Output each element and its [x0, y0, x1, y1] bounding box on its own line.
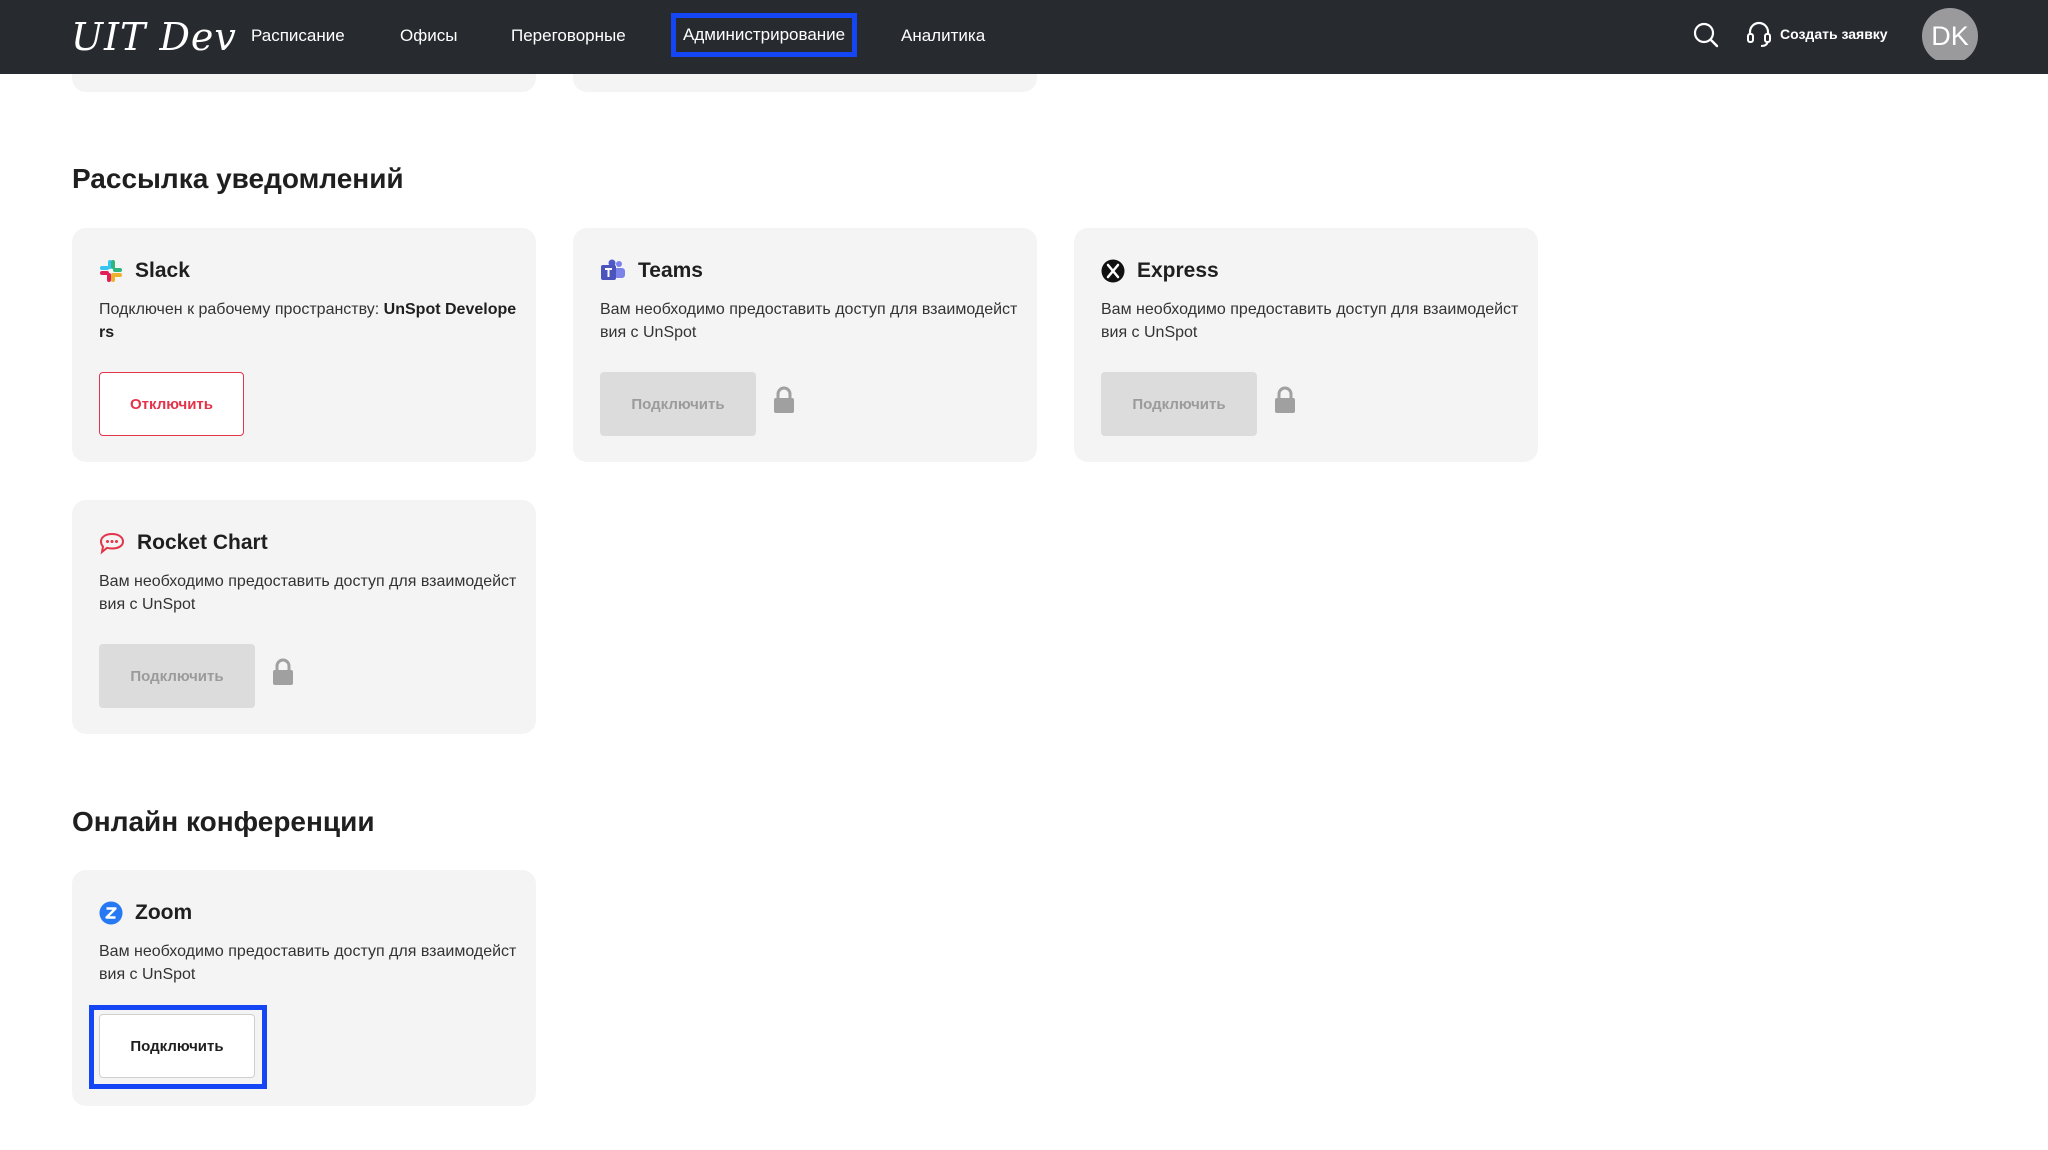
user-avatar[interactable]: DK [1922, 8, 1978, 64]
zoom-description: Вам необходимо предоставить доступ для в… [99, 943, 517, 983]
create-request-label: Создать заявку [1780, 26, 1888, 42]
slack-description-text: Подключен к рабочему пространству: [99, 301, 384, 318]
headset-icon [1747, 21, 1771, 47]
teams-icon [601, 259, 625, 280]
section-title-conferences: Онлайн конференции [72, 806, 375, 837]
search-icon[interactable] [1692, 21, 1720, 49]
rocket-chat-connect-button[interactable]: Подключить [99, 644, 255, 708]
express-title: Express [1137, 259, 1219, 282]
nav-meeting-rooms[interactable]: Переговорные [511, 16, 626, 56]
rocket-chat-card: Rocket Chart Вам необходимо предоставить… [72, 500, 536, 734]
rocket-chat-title: Rocket Chart [137, 531, 268, 554]
rocket-chat-icon [99, 532, 125, 555]
slack-icon [100, 260, 122, 282]
zoom-title: Zoom [135, 901, 193, 924]
nav-administration[interactable]: Администрирование [683, 16, 846, 56]
express-icon [1101, 259, 1125, 283]
lock-icon [273, 658, 293, 685]
lock-icon [774, 386, 794, 413]
section-title-notifications: Рассылка уведомлений [72, 163, 404, 194]
app-logo[interactable]: UIT Dev [71, 10, 237, 64]
rocket-chat-description: Вам необходимо предоставить доступ для в… [99, 573, 517, 613]
nav-offices[interactable]: Офисы [400, 16, 457, 56]
create-request-button[interactable]: Создать заявку [1746, 18, 1888, 50]
slack-card: Slack Подключен к рабочему пространству:… [72, 228, 536, 462]
teams-description: Вам необходимо предоставить доступ для в… [600, 301, 1018, 341]
express-card: Express Вам необходимо предоставить дост… [1074, 228, 1538, 462]
header-underlay [0, 60, 2048, 74]
teams-title: Teams [638, 259, 703, 282]
zoom-icon [99, 901, 123, 925]
slack-title: Slack [135, 259, 190, 282]
nav-analytics[interactable]: Аналитика [901, 16, 985, 56]
teams-connect-button[interactable]: Подключить [600, 372, 756, 436]
zoom-card: Zoom Вам необходимо предоставить доступ … [72, 870, 536, 1106]
nav-schedule[interactable]: Расписание [251, 16, 345, 56]
express-description: Вам необходимо предоставить доступ для в… [1101, 301, 1519, 341]
zoom-connect-button[interactable]: Подключить [99, 1014, 255, 1078]
teams-card: Teams Вам необходимо предоставить доступ… [573, 228, 1037, 462]
slack-disconnect-button[interactable]: Отключить [99, 372, 244, 436]
lock-icon [1275, 386, 1295, 413]
express-connect-button[interactable]: Подключить [1101, 372, 1257, 436]
slack-description: Подключен к рабочему пространству: UnSpo… [99, 298, 519, 344]
